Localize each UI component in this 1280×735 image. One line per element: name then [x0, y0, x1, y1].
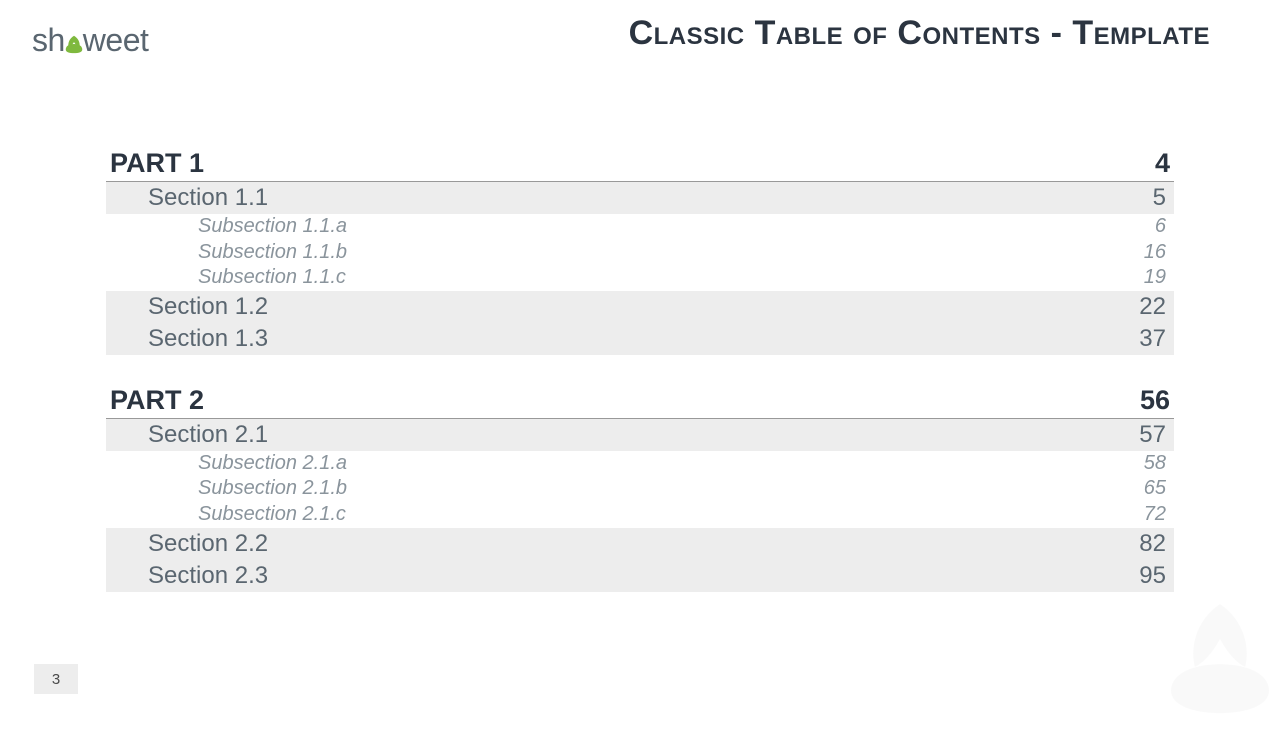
part-label: PART 2: [110, 385, 204, 416]
logo-text-left: sh: [32, 22, 65, 59]
leaf-icon: [63, 33, 85, 55]
toc-subsection-row: Subsection 1.1.c 19: [106, 265, 1174, 291]
section-label: Section 1.2: [148, 293, 268, 321]
subsection-label: Subsection 1.1.b: [198, 240, 347, 266]
toc-section-row: Section 1.3 37: [106, 323, 1174, 355]
section-label: Section 2.2: [148, 530, 268, 558]
section-label: Section 2.3: [148, 562, 268, 590]
toc-subsection-row: Subsection 1.1.a 6: [106, 214, 1174, 240]
watermark-icon: [1150, 590, 1280, 730]
slide-number: 3: [34, 664, 78, 694]
subsection-label: Subsection 1.1.a: [198, 214, 347, 240]
toc-subsection-row: Subsection 2.1.a 58: [106, 451, 1174, 477]
toc-part-row: PART 2 56: [106, 385, 1174, 419]
part-label: PART 1: [110, 148, 204, 179]
toc-section-row: Section 2.2 82: [106, 528, 1174, 560]
toc-section-row: Section 2.3 95: [106, 560, 1174, 592]
page-title: Classic Table of Contents - Template: [629, 14, 1210, 53]
section-page: 82: [1139, 530, 1166, 558]
slide-number-text: 3: [52, 671, 60, 688]
toc-subsection-row: Subsection 1.1.b 16: [106, 240, 1174, 266]
subsection-page: 58: [1144, 451, 1166, 477]
subsection-page: 16: [1144, 240, 1166, 266]
subsection-page: 6: [1155, 214, 1166, 240]
toc-subsection-row: Subsection 2.1.c 72: [106, 502, 1174, 528]
section-page: 22: [1139, 293, 1166, 321]
part-page: 56: [1140, 385, 1170, 416]
toc-section-row: Section 1.2 22: [106, 291, 1174, 323]
logo: sh weet: [32, 22, 148, 59]
subsection-page: 19: [1144, 265, 1166, 291]
section-page: 37: [1139, 325, 1166, 353]
table-of-contents: PART 14Section 1.15Subsection 1.1.a6Subs…: [106, 148, 1174, 592]
subsection-page: 72: [1144, 502, 1166, 528]
subsection-page: 65: [1144, 476, 1166, 502]
section-page: 57: [1139, 421, 1166, 449]
subsection-label: Subsection 2.1.b: [198, 476, 347, 502]
section-label: Section 1.1: [148, 184, 268, 212]
section-page: 95: [1139, 562, 1166, 590]
toc-section-row: Section 1.1 5: [106, 182, 1174, 214]
subsection-label: Subsection 2.1.c: [198, 502, 346, 528]
section-label: Section 2.1: [148, 421, 268, 449]
logo-text-right: weet: [83, 22, 149, 59]
part-page: 4: [1155, 148, 1170, 179]
toc-section-row: Section 2.1 57: [106, 419, 1174, 451]
section-label: Section 1.3: [148, 325, 268, 353]
toc-subsection-row: Subsection 2.1.b 65: [106, 476, 1174, 502]
subsection-label: Subsection 2.1.a: [198, 451, 347, 477]
subsection-label: Subsection 1.1.c: [198, 265, 346, 291]
section-page: 5: [1153, 184, 1166, 212]
toc-part-row: PART 1 4: [106, 148, 1174, 182]
section-gap: [106, 355, 1174, 385]
